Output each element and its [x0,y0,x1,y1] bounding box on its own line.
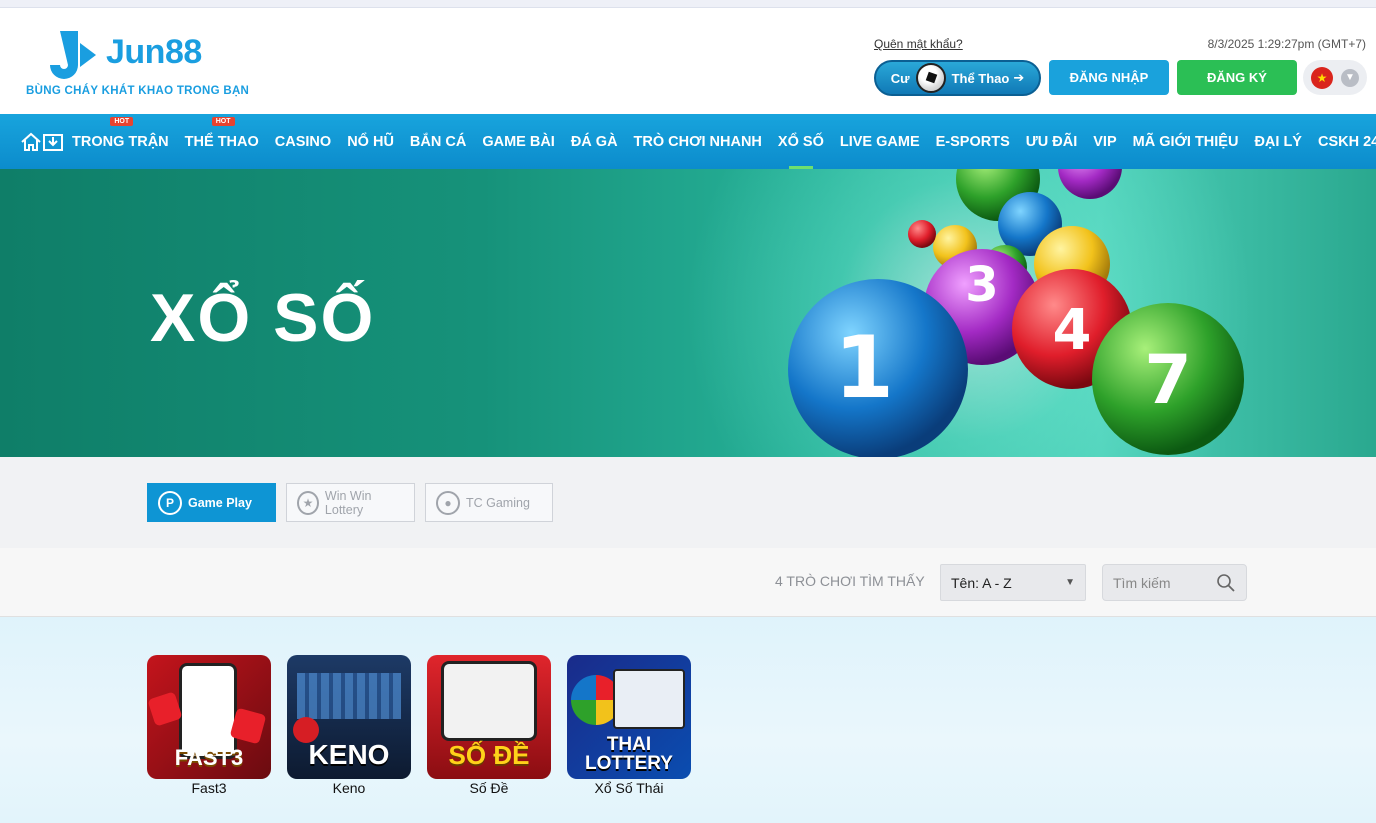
nav-item-label: THỂ THAO [184,133,259,150]
banner-title: XỔ SỐ [150,280,376,356]
forgot-password-link[interactable]: Quên mật khẩu? [874,37,963,51]
chevron-down-icon: ▼ [1341,68,1359,87]
phone-illustration [441,661,537,741]
provider-tabs: P Game Play ★ Win Win Lottery ● TC Gamin… [0,457,1376,548]
download-icon[interactable] [42,114,64,169]
vietnam-flag-icon: ★ [1311,66,1333,89]
site-logo[interactable]: Jun88 BÙNG CHÁY KHÁT KHAO TRONG BẠN [26,27,250,101]
main-nav: HOT TRONG TRẬN HOT THỂ THAO CASINO NỔ HŨ… [0,114,1376,169]
thumbnail-text: KENO [308,739,390,770]
hot-badge: HOT [110,117,134,126]
ball-number-1: 1 [834,318,894,418]
register-button[interactable]: ĐĂNG KÝ [1177,60,1297,95]
logo-mark-icon [50,31,96,79]
nav-item-the-thao[interactable]: HOT THỂ THAO [177,114,267,169]
ball-number-7: 7 [1144,341,1191,420]
provider-tab-game-play[interactable]: P Game Play [147,483,276,522]
game-name: Keno [332,780,366,796]
search-placeholder: Tìm kiếm [1113,574,1171,591]
logo-text: Jun88 [106,33,202,71]
thumbnail-text: FAST3 [174,745,244,770]
tc-gaming-logo-icon: ● [436,490,460,515]
nav-item-ban-ca[interactable]: BẮN CÁ [402,114,474,169]
clock-display: 8/3/2025 1:29:27pm (GMT+7) [1207,37,1366,51]
nav-item-cskh[interactable]: CSKH 24/7 [1310,114,1376,169]
dice-icon [147,691,183,727]
game-card-so-de[interactable]: SỐ ĐỀ Số Đề [427,655,551,796]
lottery-balls-illustration: 3 4 1 7 [788,169,1244,457]
game-thumbnail[interactable]: FAST3 [147,655,271,779]
game-thumbnail[interactable]: SỐ ĐỀ [427,655,551,779]
nav-item-no-hu[interactable]: NỔ HŨ [339,114,402,169]
sport-button-label-right: Thể Thao [951,70,1010,86]
nav-item-trong-tran[interactable]: HOT TRONG TRẬN [64,114,177,169]
game-name: Số Đề [469,780,509,796]
game-play-logo-icon: P [158,490,182,515]
arrow-right-icon: ➔ [1013,70,1025,85]
language-selector[interactable]: ★ ▼ [1303,60,1367,95]
nav-item-uu-dai[interactable]: ƯU ĐÃI [1018,114,1086,169]
nav-item-tro-choi-nhanh[interactable]: TRÒ CHƠI NHANH [626,114,770,169]
nav-item-game-bai[interactable]: GAME BÀI [474,114,563,169]
sport-bet-button[interactable]: Cư Thể Thao ➔ [874,60,1041,96]
ball-number-4: 4 [1053,298,1092,363]
nav-item-da-ga[interactable]: ĐÁ GÀ [563,114,626,169]
hot-badge: HOT [211,117,235,126]
search-input[interactable]: Tìm kiếm [1102,564,1247,601]
thumbnail-text: THAI LOTTERY [585,734,673,774]
nav-item-label: TRONG TRẬN [72,133,169,150]
soccer-ball-icon [915,63,946,93]
tablet-illustration [613,669,685,729]
nav-item-live-game[interactable]: LIVE GAME [832,114,928,169]
browser-top-strip [0,0,1376,8]
ball-number-3: 3 [965,257,998,313]
nav-item-casino[interactable]: CASINO [267,114,339,169]
logo-slogan: BÙNG CHÁY KHÁT KHAO TRONG BẠN [26,85,250,97]
keno-board-illustration [297,673,401,719]
nav-item-dai-ly[interactable]: ĐẠI LÝ [1246,114,1310,169]
provider-tab-win-win-lottery[interactable]: ★ Win Win Lottery [286,483,415,522]
home-icon[interactable] [20,114,42,169]
provider-label: Win Win Lottery [324,488,372,517]
games-grid: FAST3 Fast3 KENO Keno SỐ ĐỀ Số Đề THAI L… [0,617,1376,823]
game-name: Xổ Số Thái [594,780,664,796]
thumbnail-text: SỐ ĐỀ [448,740,530,770]
nav-item-vip[interactable]: VIP [1085,114,1124,169]
filter-bar: 4 TRÒ CHƠI TÌM THẤY Tên: A - Z ▼ Tìm kiế… [0,548,1376,617]
game-card-xo-so-thai[interactable]: THAI LOTTERY Xổ Số Thái [567,655,691,796]
provider-tab-tc-gaming[interactable]: ● TC Gaming [425,483,553,522]
game-thumbnail[interactable]: KENO [287,655,411,779]
lottery-banner: XỔ SỐ 3 4 1 7 [0,169,1376,457]
provider-label: Game Play [188,495,252,510]
sport-button-label-left: Cư [890,70,910,86]
sort-value: Tên: A - Z [951,574,1012,591]
game-thumbnail[interactable]: THAI LOTTERY [567,655,691,779]
chevron-down-icon: ▼ [1065,577,1075,588]
games-found-count: 4 TRÒ CHƠI TÌM THẤY [775,573,925,589]
win-win-lottery-logo-icon: ★ [297,490,319,515]
login-button[interactable]: ĐĂNG NHẬP [1049,60,1169,95]
sort-select[interactable]: Tên: A - Z ▼ [940,564,1086,601]
game-name: Fast3 [191,780,227,796]
provider-label: TC Gaming [466,495,530,510]
nav-item-xo-so[interactable]: XỔ SỐ [770,114,832,169]
nav-item-ma-gioi-thieu[interactable]: MÃ GIỚI THIỆU [1125,114,1247,169]
site-header: Jun88 BÙNG CHÁY KHÁT KHAO TRONG BẠN Quên… [0,13,1376,114]
game-card-keno[interactable]: KENO Keno [287,655,411,796]
search-icon[interactable] [1216,573,1236,593]
game-card-fast3[interactable]: FAST3 Fast3 [147,655,271,796]
nav-item-e-sports[interactable]: E-SPORTS [928,114,1018,169]
